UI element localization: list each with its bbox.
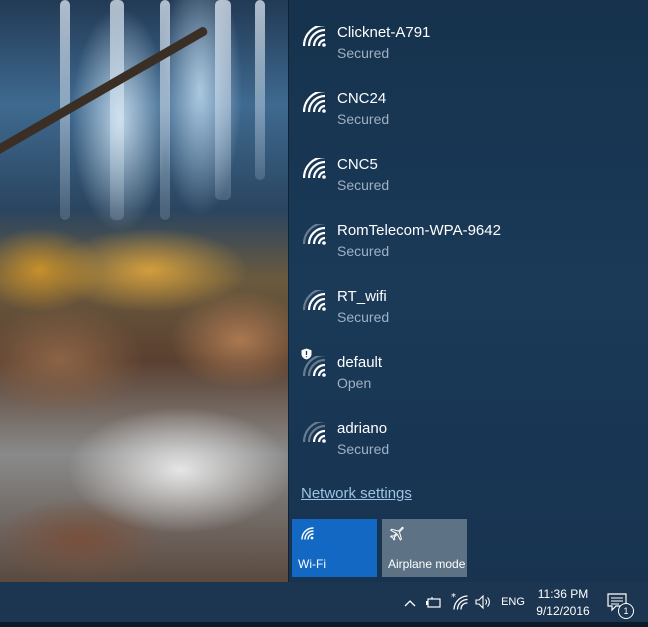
input-language-button[interactable]: ENG xyxy=(500,582,526,622)
network-item[interactable]: adriano Secured xyxy=(289,396,648,462)
network-name: adriano xyxy=(337,420,388,437)
speaker-icon xyxy=(475,594,490,610)
wifi-toggle-tile[interactable]: Wi-Fi xyxy=(292,519,377,577)
waterfall-streak xyxy=(255,0,265,180)
battery-tray-button[interactable] xyxy=(424,582,444,622)
network-settings-link[interactable]: Network settings xyxy=(301,485,412,502)
network-item[interactable]: RT_wifi Secured xyxy=(289,264,648,330)
notification-count-badge: 1 xyxy=(618,603,634,619)
network-security-status: Secured xyxy=(337,111,390,127)
network-tray-button[interactable]: * xyxy=(450,582,470,622)
clock-date: 9/12/2016 xyxy=(536,604,590,618)
network-security-status: Secured xyxy=(337,243,390,259)
battery-icon xyxy=(426,597,441,608)
network-security-status: Open xyxy=(337,375,372,391)
show-hidden-icons-button[interactable] xyxy=(402,582,418,622)
airplane-icon xyxy=(390,526,404,541)
chevron-up-icon xyxy=(404,600,416,607)
volume-tray-button[interactable] xyxy=(474,582,494,622)
wifi-tray-icon: * xyxy=(451,592,468,610)
network-item[interactable]: RomTelecom-WPA-9642 Secured xyxy=(289,198,648,264)
network-security-status: Secured xyxy=(337,309,390,325)
network-item[interactable]: CNC5 Secured xyxy=(289,132,648,198)
network-name: CNC24 xyxy=(337,90,387,107)
network-item[interactable]: Clicknet-A791 Secured xyxy=(289,0,648,66)
network-security-status: Secured xyxy=(337,441,390,457)
waterfall-streak xyxy=(110,0,124,220)
network-item[interactable]: CNC24 Secured xyxy=(289,66,648,132)
clock-time: 11:36 PM xyxy=(537,587,589,601)
network-item[interactable]: default Open xyxy=(289,330,648,396)
network-security-status: Secured xyxy=(337,45,390,61)
taskbar: * ENG 11:36 PM 9/12/2016 1 xyxy=(0,582,648,622)
network-name: CNC5 xyxy=(337,156,378,173)
airplane-tile-label: Airplane mode xyxy=(388,557,466,571)
wifi-icon xyxy=(301,527,314,540)
wifi-signal-icon xyxy=(303,26,326,47)
network-name: RomTelecom-WPA-9642 xyxy=(337,222,501,239)
network-security-status: Secured xyxy=(337,177,390,193)
network-name: default xyxy=(337,354,383,371)
waterfall-streak xyxy=(160,0,170,220)
clock-button[interactable]: 11:36 PM 9/12/2016 xyxy=(532,582,594,622)
shield-warning-icon xyxy=(301,348,312,360)
airplane-mode-tile[interactable]: Airplane mode xyxy=(382,519,467,577)
action-center-button[interactable]: 1 xyxy=(604,582,634,622)
waterfall-streak xyxy=(215,0,231,200)
wifi-tile-label: Wi-Fi xyxy=(298,557,326,571)
wifi-signal-icon xyxy=(303,290,326,311)
network-flyout: Clicknet-A791 Secured CNC24 Secured CNC5 Secu… xyxy=(288,0,648,582)
network-name: Clicknet-A791 xyxy=(337,24,431,41)
svg-text:*: * xyxy=(451,592,456,603)
wifi-signal-icon xyxy=(303,92,326,113)
desktop-wallpaper xyxy=(0,0,288,582)
wifi-signal-icon xyxy=(303,224,326,245)
wifi-signal-icon xyxy=(303,158,326,179)
network-name: RT_wifi xyxy=(337,288,387,305)
wifi-signal-icon xyxy=(303,422,326,443)
fallen-log xyxy=(0,25,209,159)
